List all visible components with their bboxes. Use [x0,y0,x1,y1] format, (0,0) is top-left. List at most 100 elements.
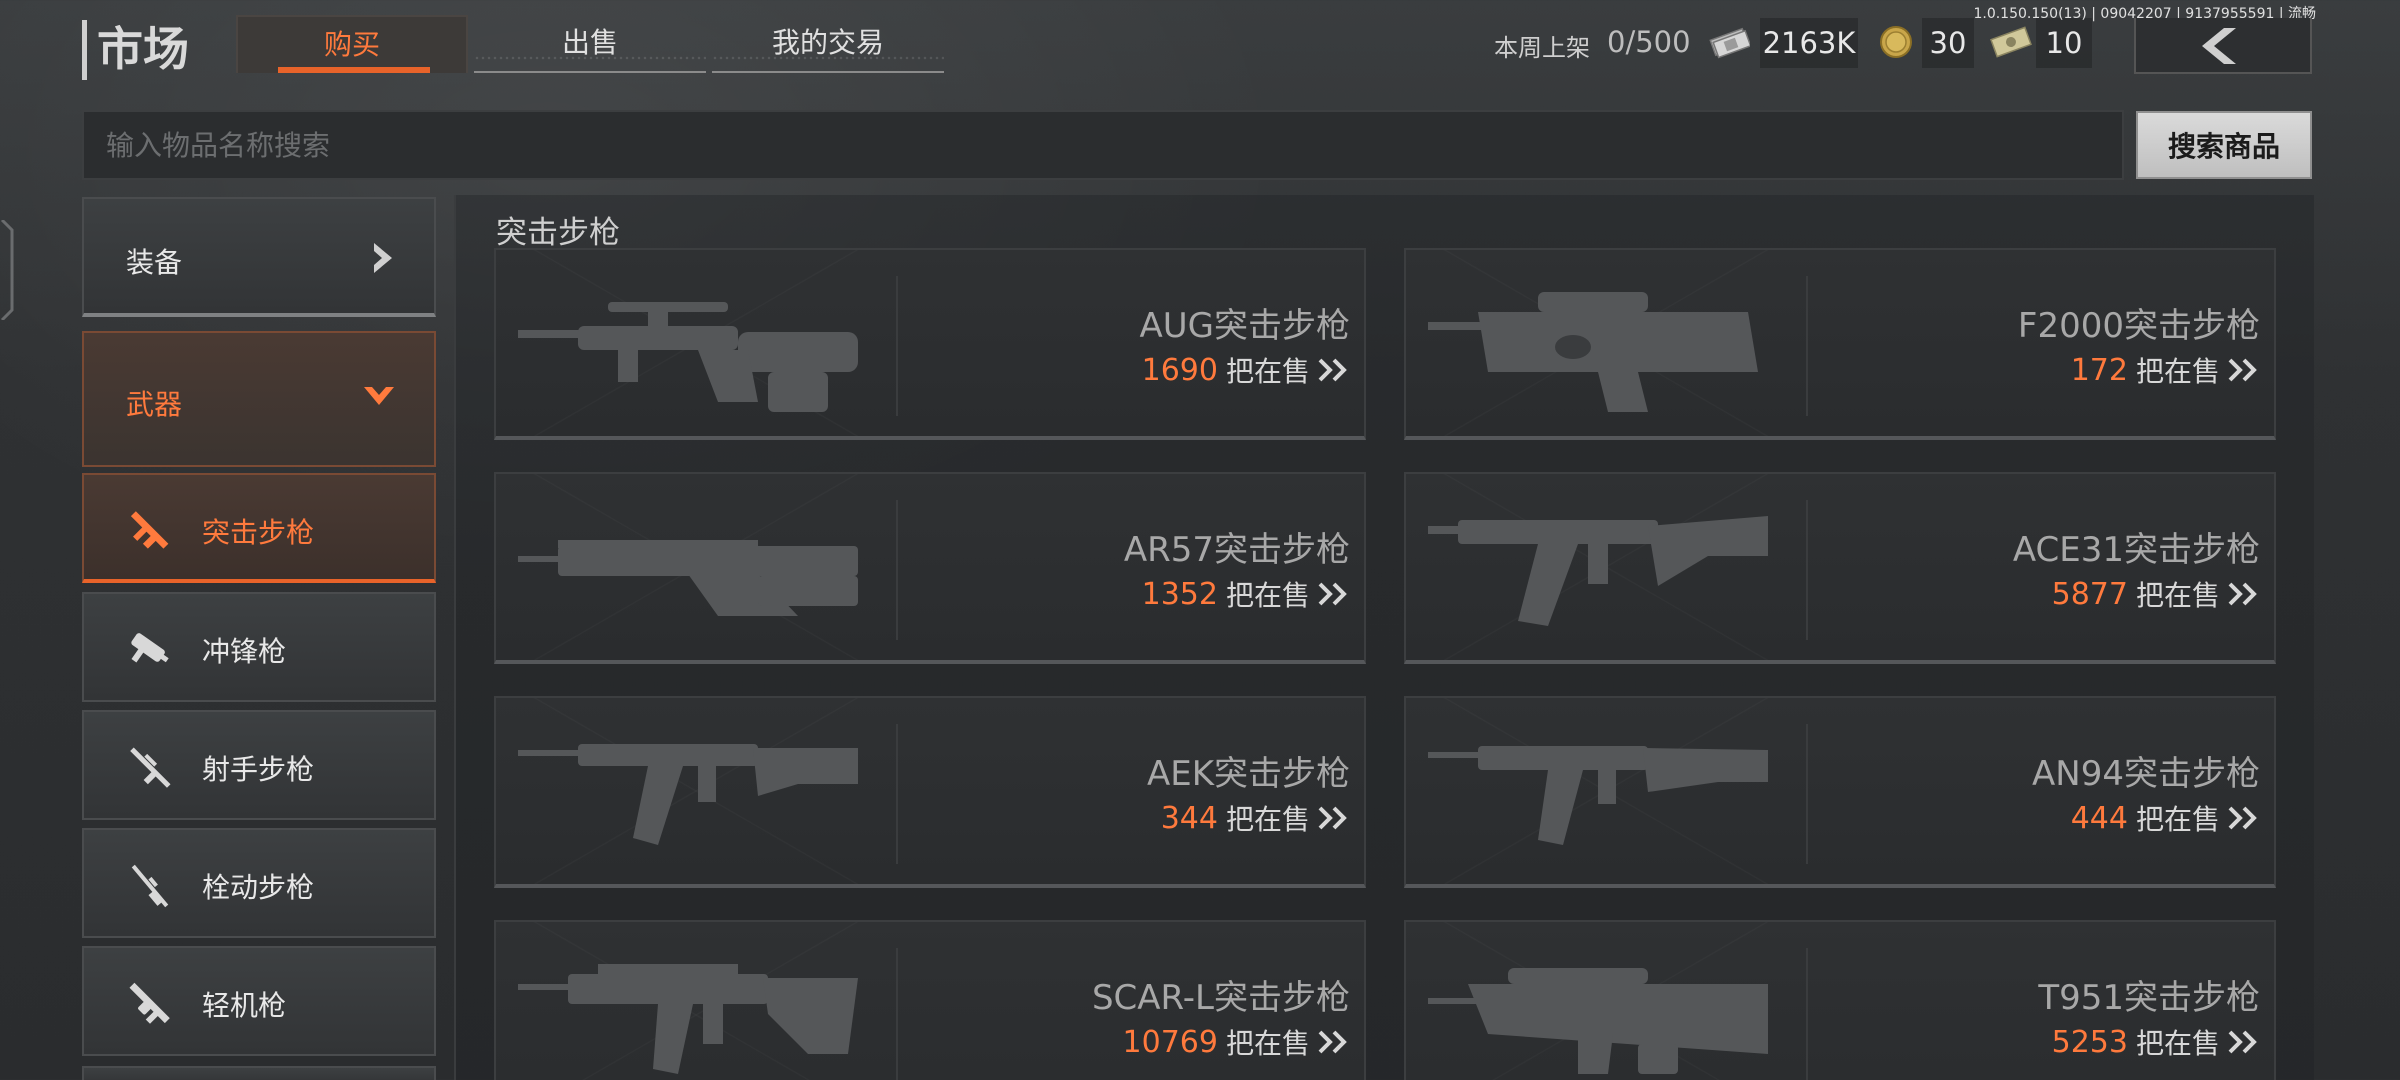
ace31-rifle-image [1428,516,1768,626]
sidebar-item-lmg[interactable]: 轻机枪 [82,946,436,1056]
coin-value: 30 [1922,18,1974,68]
item-name: ACE31突击步枪 [2012,530,2260,570]
ticket-value: 10 [2036,18,2092,68]
double-chevron-right-icon [2228,582,2257,606]
item-sale-info: 5877 把在售 [2052,574,2260,614]
weekly-listing-value: 0/500 [1607,25,1691,59]
sale-suffix: 把在售 [2135,355,2220,388]
sidebar-item-label: 轻机枪 [202,989,287,1022]
item-card-an94[interactable]: AN94突击步枪 444 把在售 [1404,696,2276,888]
double-chevron-right-icon [1318,358,1347,382]
double-chevron-right-icon [1318,806,1347,830]
sidebar-item-assault-rifle[interactable]: 突击步枪 [82,473,436,583]
card-divider [896,724,898,864]
item-name: T951突击步枪 [2038,978,2260,1018]
double-chevron-right-icon [2228,806,2257,830]
card-divider [1806,724,1808,864]
an94-rifle-image [1428,746,1768,845]
item-name: AUG突击步枪 [1139,306,1351,346]
item-count: 444 [2070,800,2128,836]
item-name: SCAR-L突击步枪 [1091,978,1350,1018]
item-count: 5877 [2051,576,2128,612]
search-input[interactable] [82,110,2124,180]
card-divider [896,500,898,640]
item-sale-info: 10769 把在售 [1123,1022,1350,1062]
card-divider [1806,500,1808,640]
cash-value: 2163K [1760,18,1858,68]
edge-bracket-decoration [0,220,14,320]
tab-sell[interactable]: 出售 [474,15,706,73]
double-chevron-right-icon [2228,358,2257,382]
sidebar-item-bolt-rifle[interactable]: 栓动步枪 [82,828,436,938]
item-count: 172 [2070,352,2128,388]
sidebar-category-label: 装备 [126,246,183,279]
cash-stack-icon [1709,27,1750,59]
sale-suffix: 把在售 [2135,579,2220,612]
item-sale-info: 444 把在售 [2071,798,2260,838]
sale-suffix: 把在售 [2135,803,2220,836]
item-card-t951[interactable]: T951突击步枪 5253 把在售 [1404,920,2276,1080]
item-card-aek[interactable]: AEK突击步枪 344 把在售 [494,696,1366,888]
item-count: 10769 [1122,1024,1218,1060]
chevron-down-icon [364,387,394,405]
item-name: AR57突击步枪 [1123,530,1350,570]
tab-buy[interactable]: 购买 [236,15,468,73]
item-name: AEK突击步枪 [1146,754,1350,794]
item-count: 5253 [2051,1024,2128,1060]
sidebar-item-label: 栓动步枪 [202,871,315,904]
ticket-bill-icon [1990,26,2032,58]
lmg-icon [129,982,170,1024]
t951-rifle-image [1428,968,1768,1074]
section-title: 突击步枪 [496,215,620,251]
double-chevron-right-icon [1318,582,1347,606]
bolt-rifle-icon [131,864,169,908]
back-button[interactable] [2134,18,2312,74]
aek-rifle-image [518,744,858,845]
item-sale-info: 172 把在售 [2071,350,2260,390]
item-card-ace31[interactable]: ACE31突击步枪 5877 把在售 [1404,472,2276,664]
sale-suffix: 把在售 [2135,1027,2220,1060]
sidebar-category-equipment[interactable]: 装备 [82,197,436,317]
sidebar-item-more[interactable] [82,1066,436,1080]
tab-my-trades[interactable]: 我的交易 [712,15,944,73]
sidebar-item-marksman-rifle[interactable]: 射手步枪 [82,710,436,820]
sale-suffix: 把在售 [1225,803,1310,836]
sale-suffix: 把在售 [1225,579,1310,612]
page-title: 市场 [82,20,189,80]
sidebar-category-label: 武器 [126,388,183,421]
item-card-ar57[interactable]: AR57突击步枪 1352 把在售 [494,472,1366,664]
item-count: 344 [1160,800,1218,836]
item-sale-info: 5253 把在售 [2052,1022,2260,1062]
chevron-right-icon [374,243,392,273]
item-card-aug[interactable]: AUG突击步枪 1690 把在售 [494,248,1366,440]
sidebar-category-weapons[interactable]: 武器 [82,331,436,467]
double-chevron-right-icon [1318,1030,1347,1054]
item-sale-info: 344 把在售 [1161,798,1350,838]
search-button[interactable]: 搜索商品 [2136,111,2312,179]
double-chevron-right-icon [2228,1030,2257,1054]
item-card-scar-l[interactable]: SCAR-L突击步枪 10769 把在售 [494,920,1366,1080]
item-sale-info: 1690 把在售 [1142,350,1350,390]
ar57-rifle-image [518,540,858,616]
item-sale-info: 1352 把在售 [1142,574,1350,614]
card-divider [896,948,898,1080]
aug-rifle-image [518,302,858,412]
smg-icon [131,633,169,663]
sidebar-item-smg[interactable]: 冲锋枪 [82,592,436,702]
sidebar-item-label: 突击步枪 [202,516,315,549]
item-count: 1690 [1141,352,1218,388]
item-card-f2000[interactable]: F2000突击步枪 172 把在售 [1404,248,2276,440]
weekly-listing-label: 本周上架 [1494,34,1590,62]
sidebar-item-label: 冲锋枪 [202,635,287,668]
item-count: 1352 [1141,576,1218,612]
card-divider [1806,948,1808,1080]
item-name: AN94突击步枪 [2032,754,2260,794]
chevron-left-icon [2202,28,2236,64]
sale-suffix: 把在售 [1225,355,1310,388]
sale-suffix: 把在售 [1225,1027,1310,1060]
marksman-rifle-icon [130,747,171,788]
sidebar-item-label: 射手步枪 [202,753,315,786]
gold-coin-icon [1880,26,1912,58]
card-divider [1806,276,1808,416]
f2000-rifle-image [1428,292,1758,412]
